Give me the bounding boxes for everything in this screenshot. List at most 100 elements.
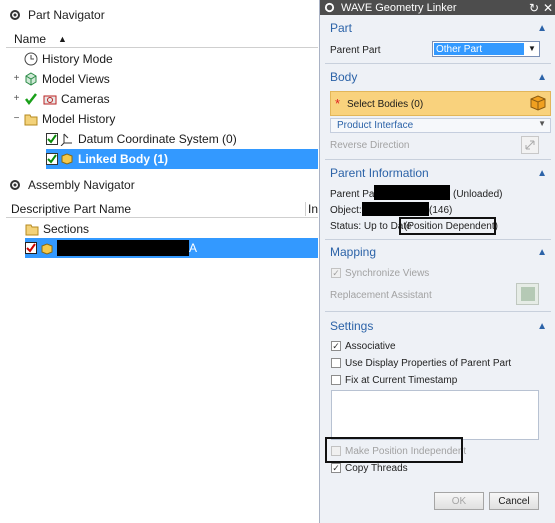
tree-item-label: Sections	[43, 222, 90, 236]
redacted-part-name	[57, 240, 189, 256]
tree-item-datum-csys[interactable]: Datum Coordinate System (0)	[46, 129, 237, 149]
reset-icon[interactable]: ↻	[527, 1, 541, 15]
section-settings-header[interactable]: Settings ▲	[325, 318, 551, 334]
cancel-button[interactable]: Cancel	[489, 492, 539, 510]
gear-icon	[324, 2, 335, 13]
section-divider	[325, 239, 551, 240]
load-checkbox[interactable]	[25, 242, 37, 254]
collapse-caret-icon[interactable]: ▲	[537, 168, 547, 179]
chevron-down-icon[interactable]: ▼	[538, 119, 546, 128]
select-bodies-label: Select Bodies (0)	[347, 99, 424, 110]
reverse-direction-button[interactable]	[521, 136, 539, 154]
in-column[interactable]: In	[308, 202, 318, 216]
ok-button[interactable]: OK	[434, 492, 484, 510]
cube-views-icon	[23, 71, 39, 87]
associative-label: Associative	[345, 341, 396, 352]
required-asterisk-icon: *	[335, 96, 341, 111]
section-divider	[325, 311, 551, 312]
object-label: Object:	[330, 205, 362, 216]
gear-icon	[10, 180, 20, 190]
folder-open-icon	[23, 111, 39, 127]
name-column-header[interactable]: Name ▲	[6, 30, 318, 48]
chevron-down-icon[interactable]: ▼	[525, 42, 539, 56]
assembly-navigator-header[interactable]: Assembly Navigator	[0, 174, 318, 196]
parent-part-dropdown[interactable]: Other Part ▼	[432, 41, 540, 57]
green-check-icon	[23, 91, 39, 107]
replacement-assistant-label: Replacement Assistant	[330, 290, 432, 301]
highlight-box	[399, 217, 496, 235]
associative-checkbox[interactable]	[331, 341, 341, 351]
collapse-caret-icon[interactable]: ▲	[537, 72, 547, 83]
section-parent-info-header[interactable]: Parent Information ▲	[325, 165, 551, 181]
tree-item-label: Linked Body (1)	[78, 152, 169, 166]
section-title: Part	[330, 21, 353, 35]
product-interface-dropdown[interactable]: Product Interface ▼	[330, 118, 551, 133]
collapse-icon[interactable]: −	[12, 113, 21, 124]
tree-item-label: History Mode	[42, 52, 113, 66]
collapse-caret-icon[interactable]: ▲	[537, 321, 547, 332]
tree-item-label: Cameras	[61, 92, 110, 106]
clock-icon	[23, 51, 39, 67]
visibility-checkbox[interactable]	[46, 153, 58, 165]
fix-timestamp-checkbox[interactable]	[331, 375, 341, 385]
visibility-checkbox[interactable]	[46, 133, 58, 145]
select-bodies-row[interactable]: * Select Bodies (0)	[330, 91, 551, 116]
section-part-header[interactable]: Part ▲	[325, 20, 551, 36]
section-divider	[325, 63, 551, 64]
highlight-box	[325, 437, 463, 463]
object-count: (146)	[429, 205, 453, 216]
tree-item-label: Model Views	[42, 72, 110, 86]
replacement-assistant-icon	[520, 287, 535, 301]
section-body-header[interactable]: Body ▲	[325, 69, 551, 85]
use-display-properties-label: Use Display Properties of Parent Part	[345, 358, 512, 369]
wave-geometry-linker-dialog: WAVE Geometry Linker ↻ ✕ Part ▲ Parent Pa…	[319, 0, 555, 523]
timestamp-list-box[interactable]	[331, 390, 539, 440]
section-mapping-header[interactable]: Mapping ▲	[325, 244, 551, 260]
tree-item-cameras[interactable]: + Cameras	[12, 89, 110, 109]
expand-icon[interactable]: +	[12, 93, 21, 104]
section-title: Parent Information	[330, 166, 429, 180]
redacted-object-name	[362, 202, 429, 216]
tree-item-label: A	[189, 241, 198, 255]
redacted-parent-part	[374, 185, 450, 200]
reverse-direction-label: Reverse Direction	[330, 140, 410, 151]
parent-part-status: (Unloaded)	[453, 189, 503, 200]
parent-part-info-label: Parent Part	[330, 189, 381, 200]
reverse-arrow-icon	[525, 140, 535, 150]
sort-ascending-icon: ▲	[58, 33, 67, 44]
copy-threads-checkbox[interactable]	[331, 463, 341, 473]
collapse-caret-icon[interactable]: ▲	[537, 247, 547, 258]
tree-item-model-views[interactable]: + Model Views	[12, 69, 110, 89]
tree-item-history-mode[interactable]: History Mode	[23, 49, 113, 69]
tree-item-label: Datum Coordinate System (0)	[78, 132, 237, 146]
parent-part-label: Parent Part	[330, 45, 381, 56]
descriptive-part-name-column[interactable]: Descriptive Part Name	[11, 201, 306, 216]
expand-icon[interactable]: +	[12, 73, 21, 84]
use-display-properties-checkbox[interactable]	[331, 358, 341, 368]
tree-item-assembly-part[interactable]: A	[25, 238, 318, 258]
close-icon[interactable]: ✕	[541, 1, 555, 15]
section-divider	[325, 159, 551, 160]
section-title: Body	[330, 70, 358, 84]
datum-csys-icon	[59, 131, 75, 147]
linked-body-icon	[59, 151, 75, 167]
replacement-assistant-button[interactable]	[516, 283, 539, 305]
solid-body-icon[interactable]	[529, 94, 547, 115]
parent-part-value: Other Part	[434, 43, 524, 55]
part-navigator-header[interactable]: Part Navigator	[0, 4, 318, 26]
gear-icon	[10, 10, 20, 20]
assembly-column-header[interactable]: Descriptive Part Name In	[6, 200, 318, 218]
dialog-title-bar: WAVE Geometry Linker ↻ ✕	[320, 0, 555, 15]
part-navigator-title: Part Navigator	[28, 8, 105, 22]
tree-item-model-history[interactable]: − Model History	[12, 109, 116, 129]
collapse-caret-icon[interactable]: ▲	[537, 23, 547, 34]
assembly-navigator-title: Assembly Navigator	[28, 178, 135, 192]
synchronize-views-label: Synchronize Views	[345, 268, 430, 279]
part-cube-icon	[38, 240, 54, 256]
folder-open-icon	[24, 221, 40, 237]
tree-item-sections[interactable]: Sections	[24, 219, 89, 239]
fix-timestamp-label: Fix at Current Timestamp	[345, 375, 458, 386]
tree-item-linked-body[interactable]: Linked Body (1)	[46, 149, 318, 169]
column-name-label: Name	[14, 31, 47, 46]
synchronize-views-checkbox[interactable]	[331, 268, 341, 278]
